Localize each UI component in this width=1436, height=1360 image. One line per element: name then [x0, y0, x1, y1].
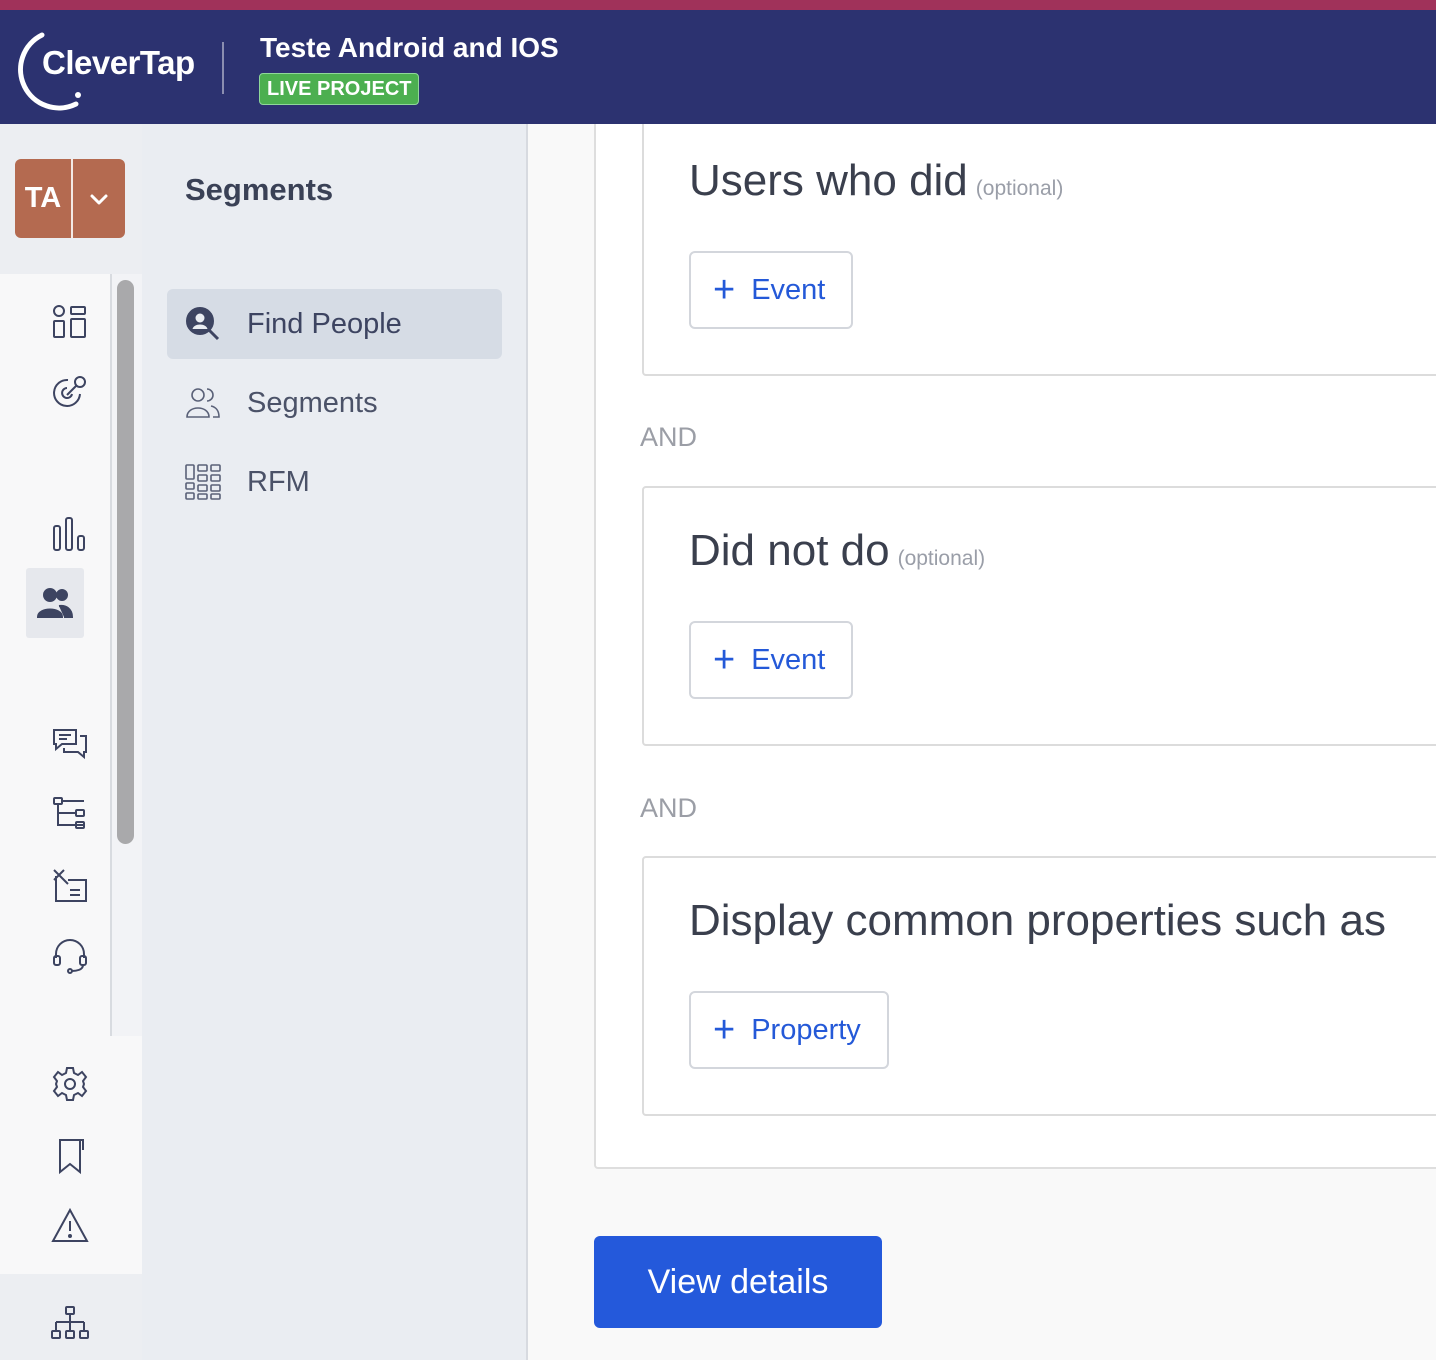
- messages-icon[interactable]: [48, 722, 92, 766]
- bookmark-icon[interactable]: [48, 1134, 92, 1178]
- logo-text: CleverTap: [42, 44, 195, 81]
- view-details-button[interactable]: View details: [594, 1236, 882, 1328]
- users-icon: [183, 383, 223, 423]
- icon-rail: TA: [0, 124, 142, 1360]
- account-initials: TA: [24, 182, 62, 214]
- button-label: Event: [751, 643, 826, 676]
- button-label: Property: [751, 1013, 861, 1046]
- clevertap-logo[interactable]: CleverTap: [18, 32, 208, 111]
- rail-account-area: TA: [0, 124, 142, 274]
- app-header: CleverTap Teste Android and IOS LIVE PRO…: [0, 10, 1436, 124]
- analytics-icon[interactable]: [48, 512, 92, 556]
- chevron-down-icon[interactable]: [73, 159, 125, 238]
- grid-icon: [183, 462, 223, 502]
- plus-icon: +: [713, 639, 736, 681]
- find-people-icon: [183, 304, 223, 344]
- and-connector: AND: [640, 422, 698, 452]
- plus-icon: +: [713, 269, 736, 311]
- add-event-button[interactable]: + Event: [689, 621, 854, 699]
- section-title-text: Display common properties such as: [689, 896, 1386, 945]
- optional-label: (optional): [975, 177, 1064, 200]
- did-not-do-section: Did not do (optional) + Event: [642, 486, 1436, 746]
- campaign-target-icon[interactable]: [48, 370, 92, 414]
- dashboard-icon[interactable]: [48, 300, 92, 344]
- users-who-did-section: Users who did (optional) + Event: [642, 124, 1436, 376]
- account-switcher[interactable]: TA: [15, 159, 125, 238]
- hierarchy-icon[interactable]: [48, 1302, 92, 1346]
- alert-icon[interactable]: [48, 1204, 92, 1248]
- journeys-icon[interactable]: [48, 792, 92, 836]
- segments-icon[interactable]: [26, 568, 84, 638]
- add-property-button[interactable]: + Property: [689, 991, 889, 1069]
- catalog-icon[interactable]: [48, 864, 92, 908]
- settings-icon[interactable]: [48, 1062, 92, 1106]
- subnav-title: Segments: [185, 172, 334, 207]
- subnav-item-segments[interactable]: Segments: [167, 368, 502, 438]
- header-divider: [222, 42, 224, 94]
- find-people-form: Users who did (optional) + Event AND Did n…: [528, 124, 1436, 1360]
- button-label: Event: [751, 273, 826, 306]
- support-icon[interactable]: [48, 934, 92, 978]
- project-title[interactable]: Teste Android and IOS: [260, 32, 559, 64]
- and-connector: AND: [640, 793, 698, 823]
- section-title: Did not do (optional): [689, 526, 985, 576]
- plus-icon: +: [713, 1009, 736, 1051]
- live-project-badge: LIVE PROJECT: [259, 73, 420, 105]
- section-title-text: Did not do: [689, 526, 890, 575]
- common-properties-section: Display common properties such as + Prope…: [642, 856, 1436, 1116]
- top-accent-stripe: [0, 0, 1436, 10]
- subnav-item-label: RFM: [247, 465, 310, 498]
- add-event-button[interactable]: + Event: [689, 251, 854, 329]
- subnav-item-rfm[interactable]: RFM: [167, 447, 502, 517]
- section-title: Display common properties such as: [689, 896, 1386, 946]
- query-builder-card: Users who did (optional) + Event AND Did n…: [594, 124, 1436, 1169]
- section-title: Users who did (optional): [689, 156, 1063, 206]
- segments-subnav: Segments Find People Segments RFM: [142, 124, 528, 1360]
- section-title-text: Users who did: [689, 156, 968, 205]
- subnav-item-find-people[interactable]: Find People: [167, 289, 502, 359]
- subnav-item-label: Find People: [247, 307, 402, 340]
- rail-scrollbar[interactable]: [117, 280, 134, 844]
- optional-label: (optional): [897, 547, 986, 570]
- subnav-item-label: Segments: [247, 386, 378, 419]
